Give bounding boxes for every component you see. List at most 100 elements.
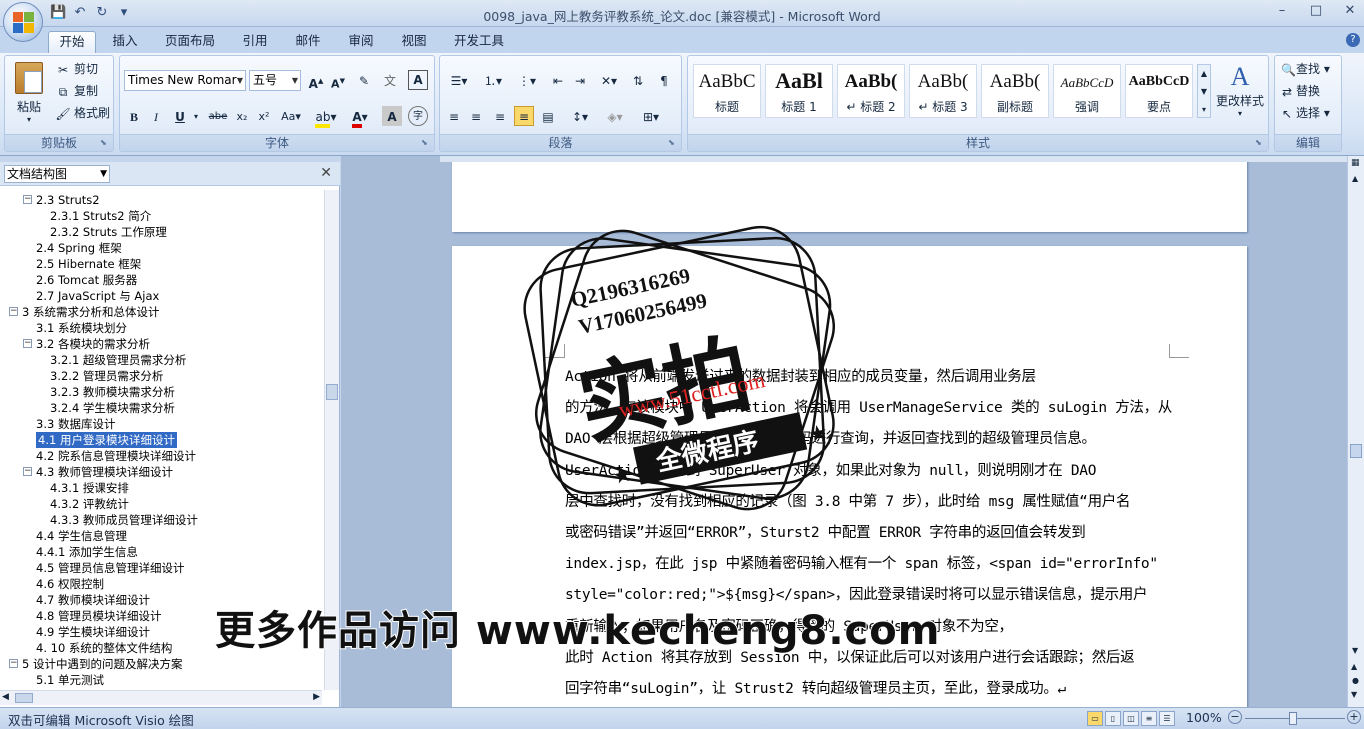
full-screen-reading-icon[interactable]: ▯ — [1105, 711, 1121, 726]
document-map-item[interactable]: 4. 10 系统的整体文件结构 — [36, 640, 172, 656]
document-map-item[interactable]: 4.6 权限控制 — [36, 576, 104, 592]
tab-page-layout[interactable]: 页面布局 — [158, 31, 222, 53]
tree-collapse-toggle[interactable]: − — [23, 467, 32, 476]
select-button[interactable]: ↖ 选择 ▾ — [1281, 104, 1330, 122]
document-map-item[interactable]: 2.5 Hibernate 框架 — [36, 256, 141, 272]
borders-icon[interactable]: ⊞▾ — [636, 106, 666, 126]
distributed-icon[interactable]: ▤ — [538, 106, 558, 126]
font-size-combo[interactable]: 五号 ▼ — [249, 70, 301, 91]
document-map-item[interactable]: 4.7 教师模块详细设计 — [36, 592, 150, 608]
close-button[interactable]: ✕ — [1342, 3, 1358, 19]
dialog-launcher-icon[interactable]: ⬊ — [1255, 138, 1265, 148]
tab-view[interactable]: 视图 — [393, 31, 435, 53]
shrink-font-icon[interactable]: A▼ — [328, 70, 348, 91]
paste-button[interactable]: 粘贴 ▾ — [11, 62, 47, 132]
nav-hscroll-thumb[interactable] — [15, 693, 33, 703]
document-map-item[interactable]: 3.2.4 学生模块需求分析 — [50, 400, 175, 416]
document-map-item[interactable]: 4.8 管理员模块详细设计 — [36, 608, 161, 624]
cut-button[interactable]: ✂ 剪切 — [55, 60, 98, 78]
tab-developer[interactable]: 开发工具 — [446, 31, 512, 53]
style-strong[interactable]: AaBbCcD 要点 — [1125, 64, 1193, 118]
document-map-item[interactable]: 2.7 JavaScript 与 Ajax — [36, 288, 159, 304]
tab-mailings[interactable]: 邮件 — [287, 31, 329, 53]
document-map-item[interactable]: 2.6 Tomcat 服务器 — [36, 272, 137, 288]
document-map-item[interactable]: 4.3.3 教师成员管理详细设计 — [50, 512, 198, 528]
chevron-down-icon[interactable]: ▾ — [186, 106, 206, 126]
multilevel-list-icon[interactable]: ⋮▾ — [512, 70, 542, 90]
font-color-icon[interactable]: A▾ — [346, 106, 374, 128]
asian-layout-icon[interactable]: ✕▾ — [596, 70, 622, 90]
draft-view-icon[interactable]: ☰ — [1159, 711, 1175, 726]
style-heading-3[interactable]: AaBb( ↵ 标题 3 — [909, 64, 977, 118]
subscript-icon[interactable]: x₂ — [232, 106, 252, 126]
tree-collapse-toggle[interactable]: − — [23, 339, 32, 348]
document-map-item[interactable]: 3.2.2 管理员需求分析 — [50, 368, 163, 384]
style-subtitle[interactable]: AaBb( 副标题 — [981, 64, 1049, 118]
web-layout-icon[interactable]: ◫ — [1123, 711, 1139, 726]
next-page-icon[interactable]: ▼ — [1351, 690, 1357, 699]
zoom-in-icon[interactable]: + — [1347, 710, 1361, 724]
align-right-icon[interactable]: ≡ — [490, 106, 510, 126]
nav-scroll-thumb[interactable] — [326, 384, 338, 400]
justify-icon[interactable]: ≡ — [514, 106, 534, 126]
style-title[interactable]: AaBbC 标题 — [693, 64, 761, 118]
tree-collapse-toggle[interactable]: − — [9, 659, 18, 668]
highlight-icon[interactable]: ab▾ — [312, 106, 340, 128]
style-heading-1[interactable]: AaBl 标题 1 — [765, 64, 833, 118]
maximize-button[interactable]: □ — [1308, 3, 1324, 19]
document-map-item[interactable]: 5 设计中遇到的问题及解决方案 — [22, 656, 182, 672]
decrease-indent-icon[interactable]: ⇤ — [548, 70, 568, 90]
change-case-icon[interactable]: Aa▾ — [278, 106, 304, 126]
align-left-icon[interactable]: ≡ — [444, 106, 464, 126]
show-marks-icon[interactable]: ¶ — [654, 70, 674, 90]
align-center-icon[interactable]: ≡ — [466, 106, 486, 126]
increase-indent-icon[interactable]: ⇥ — [570, 70, 590, 90]
ruler-toggle-icon[interactable]: ▦ — [1351, 158, 1360, 168]
phonetic-guide-icon[interactable]: 文 — [380, 70, 400, 90]
scroll-down-icon[interactable]: ▼ — [1352, 646, 1358, 655]
document-map-item[interactable]: 4.3.2 评教统计 — [50, 496, 129, 512]
tab-home[interactable]: 开始 — [48, 31, 96, 53]
tree-collapse-toggle[interactable]: − — [9, 307, 18, 316]
print-layout-view-icon[interactable]: ▭ — [1087, 711, 1103, 726]
sort-icon[interactable]: ⇅ — [628, 70, 648, 90]
document-map-item[interactable]: 2.3 Struts2 — [36, 192, 100, 208]
document-map-item[interactable]: 4.2 院系信息管理模块详细设计 — [36, 448, 196, 464]
zoom-slider-thumb[interactable] — [1289, 712, 1297, 725]
tab-references[interactable]: 引用 — [234, 31, 276, 53]
help-icon[interactable]: ? — [1346, 33, 1360, 47]
previous-page-icon[interactable]: ▲ — [1351, 662, 1357, 671]
document-scroll-thumb[interactable] — [1350, 444, 1362, 458]
document-map-item[interactable]: 2.3.1 Struts2 简介 — [50, 208, 151, 224]
document-map-item[interactable]: 3.2 各模块的需求分析 — [36, 336, 150, 352]
line-spacing-icon[interactable]: ↕▾ — [566, 106, 594, 126]
change-styles-button[interactable]: A 更改样式 ▾ — [1214, 62, 1266, 118]
char-border-icon[interactable]: A — [408, 70, 428, 90]
dialog-launcher-icon[interactable]: ⬊ — [668, 138, 678, 148]
document-map-item[interactable]: 4.3 教师管理模块详细设计 — [36, 464, 173, 480]
document-map-item[interactable]: 4.1 用户登录模块详细设计 — [36, 432, 177, 448]
document-map-item[interactable]: 4.5 管理员信息管理详细设计 — [36, 560, 184, 576]
bullets-icon[interactable]: ☰▾ — [444, 70, 474, 90]
document-map-item[interactable]: 4.3.1 授课安排 — [50, 480, 129, 496]
clear-format-icon[interactable]: ✎ — [354, 70, 374, 90]
tab-insert[interactable]: 插入 — [104, 31, 146, 53]
tab-review[interactable]: 审阅 — [340, 31, 382, 53]
grow-font-icon[interactable]: A▲ — [306, 70, 326, 91]
strikethrough-icon[interactable]: abe — [206, 106, 230, 126]
document-map-item[interactable]: 3.2.3 教师模块需求分析 — [50, 384, 175, 400]
close-icon[interactable]: ✕ — [320, 165, 332, 181]
document-map-item[interactable]: 5.1 单元测试 — [36, 672, 104, 688]
font-name-combo[interactable]: Times New Romar ▼ — [124, 70, 246, 91]
document-map-item[interactable]: 3 系统需求分析和总体设计 — [22, 304, 159, 320]
dialog-launcher-icon[interactable]: ⬊ — [421, 138, 431, 148]
document-map-item[interactable]: 3.2.1 超级管理员需求分析 — [50, 352, 186, 368]
office-button[interactable] — [3, 2, 43, 42]
outline-view-icon[interactable]: ≡ — [1141, 711, 1157, 726]
tree-collapse-toggle[interactable]: − — [23, 195, 32, 204]
zoom-level[interactable]: 100% — [1186, 710, 1222, 725]
numbering-icon[interactable]: ⒈▾ — [478, 70, 508, 90]
italic-icon[interactable]: I — [146, 106, 166, 126]
styles-scroll[interactable]: ▲ ▼ ▾ — [1197, 64, 1211, 118]
document-map-item[interactable]: 2.4 Spring 框架 — [36, 240, 122, 256]
